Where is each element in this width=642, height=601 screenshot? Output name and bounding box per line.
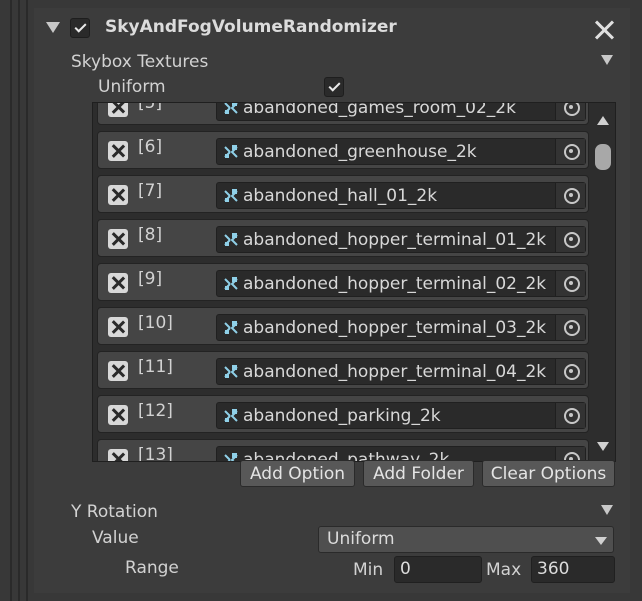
inspector-edge-line: [18, 0, 20, 601]
list-item: [13] abandoned_pathway_2k: [97, 439, 589, 462]
texture-object-field[interactable]: abandoned_hopper_terminal_04_2k: [216, 358, 586, 385]
cubemap-texture-icon: [224, 453, 238, 461]
inspector-edge-line: [26, 0, 28, 601]
add-option-button[interactable]: Add Option: [240, 460, 355, 487]
component-enabled-checkbox[interactable]: [70, 18, 90, 38]
y-rotation-label: Y Rotation: [71, 502, 158, 522]
object-picker-icon[interactable]: [555, 403, 585, 428]
texture-name: abandoned_greenhouse_2k: [243, 142, 477, 162]
max-field[interactable]: 360: [531, 556, 615, 583]
item-index: [6]: [138, 137, 163, 157]
cubemap-texture-icon: [224, 103, 238, 114]
checkmark-icon: [73, 20, 87, 33]
remove-item-icon[interactable]: [108, 229, 128, 249]
item-index: [11]: [138, 357, 173, 377]
distribution-dropdown[interactable]: Uniform: [318, 526, 614, 553]
min-label: Min: [353, 560, 384, 580]
remove-item-icon[interactable]: [108, 273, 128, 293]
component-header: SkyAndFogVolumeRandomizer: [34, 8, 630, 46]
uniform-label: Uniform: [98, 77, 166, 97]
inspector-edge-line: [10, 0, 12, 601]
item-index: [5]: [138, 102, 163, 113]
min-field[interactable]: 0: [394, 556, 482, 583]
object-picker-icon[interactable]: [555, 139, 585, 164]
cubemap-texture-icon: [224, 365, 238, 378]
remove-item-icon[interactable]: [108, 141, 128, 161]
scroll-thumb[interactable]: [595, 144, 611, 170]
object-picker-icon[interactable]: [555, 315, 585, 340]
texture-name: abandoned_hopper_terminal_01_2k: [243, 230, 547, 250]
value-label: Value: [92, 528, 139, 548]
item-index: [10]: [138, 313, 173, 333]
texture-object-field[interactable]: abandoned_hall_01_2k: [216, 182, 586, 209]
cubemap-texture-icon: [224, 145, 238, 158]
cubemap-texture-icon: [224, 233, 238, 246]
range-label: Range: [125, 558, 179, 578]
object-picker-icon[interactable]: [555, 103, 585, 120]
item-index: [13]: [138, 445, 173, 462]
object-picker-icon[interactable]: [555, 271, 585, 296]
cubemap-texture-icon: [224, 321, 238, 334]
y-rotation-foldout-icon[interactable]: [601, 505, 613, 515]
uniform-checkbox[interactable]: [324, 77, 344, 97]
texture-name: abandoned_hopper_terminal_02_2k: [243, 274, 547, 294]
scroll-down-icon[interactable]: [597, 442, 609, 451]
texture-object-field[interactable]: abandoned_hopper_terminal_03_2k: [216, 314, 586, 341]
remove-item-icon[interactable]: [108, 449, 128, 461]
cubemap-texture-icon: [224, 277, 238, 290]
clear-options-button[interactable]: Clear Options: [482, 460, 615, 487]
item-index: [7]: [138, 181, 163, 201]
texture-object-field[interactable]: abandoned_greenhouse_2k: [216, 138, 586, 165]
list-item: [12] abandoned_parking_2k: [97, 395, 589, 433]
list-scrollbar[interactable]: [592, 102, 614, 462]
checkmark-icon: [327, 79, 341, 92]
add-folder-button[interactable]: Add Folder: [363, 460, 474, 487]
object-picker-icon[interactable]: [555, 227, 585, 252]
texture-name: abandoned_games_room_02_2k: [243, 102, 516, 118]
remove-item-icon[interactable]: [108, 317, 128, 337]
foldout-arrow-icon[interactable]: [46, 22, 60, 33]
scroll-up-icon[interactable]: [597, 116, 609, 125]
remove-component-icon[interactable]: [594, 20, 614, 40]
cubemap-texture-icon: [224, 409, 238, 422]
skybox-textures-label: Skybox Textures: [71, 52, 209, 72]
chevron-down-icon: [595, 537, 607, 545]
object-picker-icon[interactable]: [555, 183, 585, 208]
skybox-texture-list[interactable]: [5] abandoned_games_room_02_2k [6] abandone…: [92, 102, 616, 462]
list-item: [6] abandoned_greenhouse_2k: [97, 131, 589, 169]
list-item: [5] abandoned_games_room_02_2k: [97, 102, 589, 125]
item-index: [8]: [138, 225, 163, 245]
remove-item-icon[interactable]: [108, 185, 128, 205]
component-title: SkyAndFogVolumeRandomizer: [105, 17, 397, 37]
texture-name: abandoned_hall_01_2k: [243, 186, 438, 206]
texture-object-field[interactable]: abandoned_hopper_terminal_01_2k: [216, 226, 586, 253]
cubemap-texture-icon: [224, 189, 238, 202]
list-item: [11] abandoned_hopper_terminal_04_2k: [97, 351, 589, 389]
max-label: Max: [486, 560, 522, 580]
texture-name: abandoned_parking_2k: [243, 406, 441, 426]
texture-name: abandoned_hopper_terminal_04_2k: [243, 362, 547, 382]
item-index: [12]: [138, 401, 173, 421]
list-item: [9] abandoned_hopper_terminal_02_2k: [97, 263, 589, 301]
texture-object-field[interactable]: abandoned_games_room_02_2k: [216, 102, 586, 121]
remove-item-icon[interactable]: [108, 103, 128, 117]
list-item: [7] abandoned_hall_01_2k: [97, 175, 589, 213]
distribution-dropdown-value: Uniform: [327, 529, 395, 549]
randomizer-panel: SkyAndFogVolumeRandomizer Skybox Texture…: [34, 8, 630, 593]
remove-item-icon[interactable]: [108, 405, 128, 425]
item-index: [9]: [138, 269, 163, 289]
list-item: [10] abandoned_hopper_terminal_03_2k: [97, 307, 589, 345]
skybox-foldout-icon[interactable]: [601, 55, 613, 65]
texture-name: abandoned_hopper_terminal_03_2k: [243, 318, 547, 338]
remove-item-icon[interactable]: [108, 361, 128, 381]
texture-object-field[interactable]: abandoned_hopper_terminal_02_2k: [216, 270, 586, 297]
object-picker-icon[interactable]: [555, 359, 585, 384]
list-item: [8] abandoned_hopper_terminal_01_2k: [97, 219, 589, 257]
texture-object-field[interactable]: abandoned_parking_2k: [216, 402, 586, 429]
